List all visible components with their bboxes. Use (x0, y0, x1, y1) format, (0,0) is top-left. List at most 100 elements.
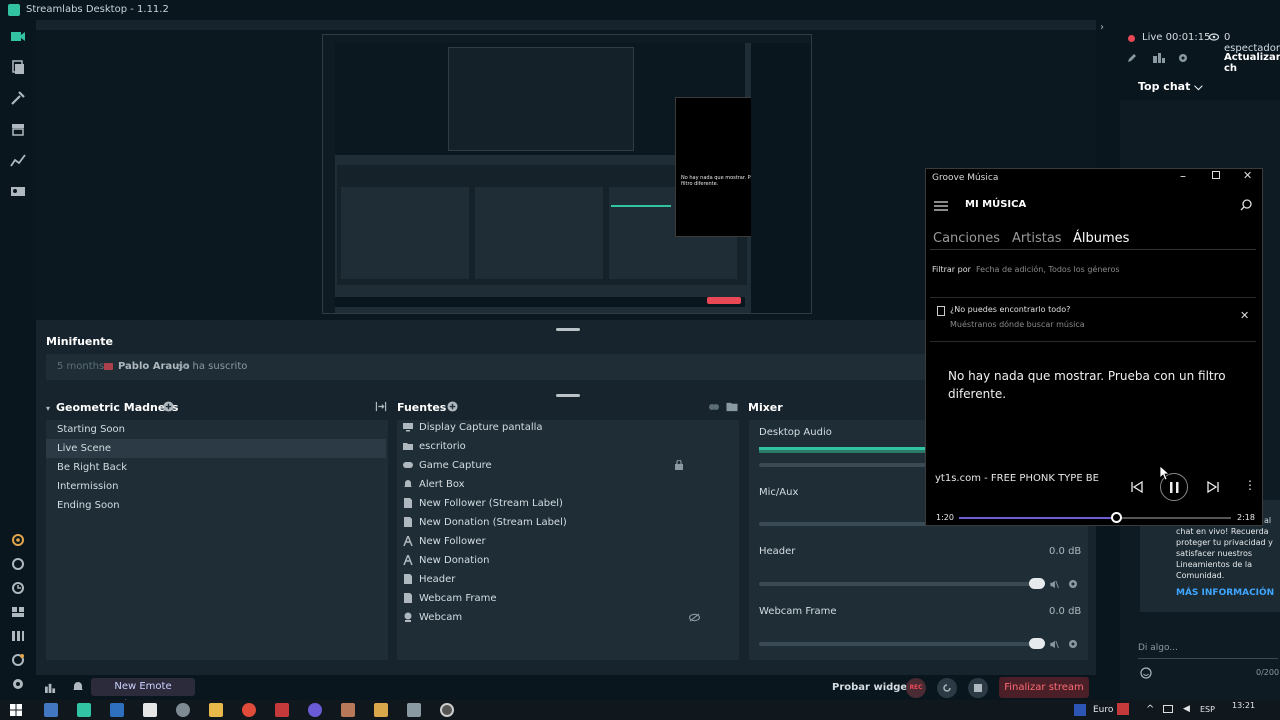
tab-albumes[interactable]: Álbumes (1073, 231, 1129, 246)
tray-expand-icon[interactable]: ^ (1146, 704, 1154, 715)
source-item[interactable]: New Donation (397, 551, 737, 570)
taskbar-obs-icon[interactable] (440, 703, 454, 717)
chat-settings-gear-icon[interactable] (1178, 53, 1188, 63)
notification-pill[interactable]: New Emote Giveaway! (91, 678, 195, 710)
taskbar-app-icon[interactable] (143, 703, 157, 717)
progress-track[interactable] (959, 512, 1231, 523)
record-settings-icon[interactable] (10, 580, 26, 596)
tab-canciones[interactable]: Canciones (933, 231, 1000, 246)
progress-thumb[interactable] (1110, 512, 1122, 523)
columns-icon[interactable] (10, 628, 26, 644)
windows-start-icon[interactable] (10, 704, 22, 716)
volume-icon[interactable]: ◀ (1183, 704, 1190, 714)
currency-label[interactable]: Euro (1093, 705, 1113, 715)
scene-item[interactable]: Be Right Back (46, 458, 388, 477)
audio-settings-gear-icon[interactable] (1068, 579, 1078, 589)
scene-collection-title[interactable]: Geometric Madness (56, 401, 178, 414)
source-item[interactable]: Display Capture pantalla (397, 418, 737, 437)
volume-slider[interactable] (759, 642, 1039, 646)
taskbar-app-icon[interactable] (110, 703, 124, 717)
next-track-icon[interactable] (1206, 480, 1220, 494)
preview-resize-handle[interactable] (556, 328, 580, 331)
scene-item[interactable]: Starting Soon (46, 420, 388, 439)
volume-slider[interactable] (759, 463, 929, 467)
more-options-icon[interactable]: ⋮ (1244, 478, 1256, 492)
scene-item-selected[interactable]: Live Scene (46, 439, 386, 458)
source-item[interactable]: Game Capture (397, 456, 737, 475)
previous-track-icon[interactable] (1130, 480, 1144, 494)
dashboard-icon[interactable] (1153, 53, 1165, 63)
notifications-icon[interactable] (72, 681, 84, 693)
collapse-chevron-icon[interactable]: ▾ (46, 404, 50, 413)
save-replay-button[interactable] (968, 678, 988, 698)
lock-icon[interactable] (675, 460, 683, 470)
scene-transitions-icon[interactable] (375, 401, 387, 412)
record-button[interactable]: REC (906, 678, 926, 698)
top-chat-selector[interactable]: Top chat ⌵ (1138, 80, 1203, 94)
events-resize-handle[interactable] (556, 394, 580, 397)
analytics-icon[interactable] (10, 152, 26, 168)
source-item[interactable]: Webcam (397, 608, 737, 627)
source-item[interactable]: Header (397, 570, 737, 589)
taskbar-app-icon[interactable] (407, 703, 421, 717)
chat-input[interactable]: Di algo... (1138, 643, 1178, 653)
scene-item[interactable]: Ending Soon (46, 496, 388, 515)
edit-stream-info-icon[interactable] (1127, 53, 1137, 63)
taskbar-folder-icon[interactable] (209, 703, 223, 717)
filter-value[interactable]: Fecha de adición, Todos los géneros (976, 265, 1120, 274)
taskbar-app-icon[interactable] (275, 703, 289, 717)
tools-icon[interactable] (10, 90, 26, 106)
advanced-audio-icon[interactable] (708, 402, 720, 412)
source-item[interactable]: Alert Box (397, 475, 737, 494)
language-indicator[interactable]: ESP (1200, 705, 1215, 714)
clock-time[interactable]: 13:21 (1232, 701, 1255, 710)
scene-item[interactable]: Intermission (46, 477, 388, 496)
store-icon[interactable] (10, 121, 26, 137)
source-item[interactable]: New Donation (Stream Label) (397, 513, 737, 532)
now-playing-title[interactable]: yt1s.com - FREE PHONK TYPE BE (935, 473, 1099, 484)
taskbar-app-icon[interactable] (374, 703, 388, 717)
tray-app-icon[interactable] (1117, 703, 1129, 715)
tip-subtitle[interactable]: Muéstranos dónde buscar música (950, 320, 1085, 329)
studio-mode-icon[interactable] (10, 556, 26, 572)
volume-slider-handle[interactable] (1029, 578, 1045, 589)
hamburger-menu-icon[interactable] (934, 201, 948, 211)
dismiss-tip-icon[interactable]: ✕ (1240, 309, 1249, 322)
taskbar-app-icon[interactable] (341, 703, 355, 717)
tab-artistas[interactable]: Artistas (1012, 231, 1062, 246)
minimize-icon[interactable]: – (1180, 169, 1186, 183)
widget-icon[interactable] (10, 532, 26, 548)
settings-gear-icon[interactable] (10, 676, 26, 692)
volume-slider[interactable] (759, 582, 1039, 586)
themes-icon[interactable] (10, 59, 26, 75)
volume-slider-handle[interactable] (1029, 638, 1045, 649)
taskbar-streamlabs-icon[interactable] (77, 703, 91, 717)
more-info-link[interactable]: MÁS INFORMACIÓN (1176, 588, 1274, 598)
source-item[interactable]: New Follower (397, 532, 737, 551)
editor-icon[interactable] (10, 28, 26, 44)
taskbar-app-icon[interactable] (308, 703, 322, 717)
close-window-icon[interactable]: ✕ (1243, 169, 1252, 182)
layout-icon[interactable] (10, 604, 26, 620)
emoji-icon[interactable] (1140, 667, 1152, 679)
taskbar-app-icon[interactable] (44, 703, 58, 717)
end-stream-button[interactable]: Finalizar stream (999, 677, 1089, 698)
recent-event-row[interactable]: 5 months Pablo Araujo se ha suscrito (46, 354, 926, 380)
maximize-icon[interactable] (1212, 171, 1220, 179)
add-scene-icon[interactable] (163, 401, 174, 412)
audio-settings-gear-icon[interactable] (1068, 639, 1078, 649)
collapse-chat-chevron-icon[interactable]: › (1100, 22, 1104, 33)
taskbar-app-icon[interactable] (176, 703, 190, 717)
replay-buffer-button[interactable] (937, 678, 957, 698)
source-item[interactable]: New Follower (Stream Label) (397, 494, 737, 513)
help-icon[interactable] (10, 652, 26, 668)
source-item[interactable]: escritorio (397, 437, 737, 456)
refresh-chat-label[interactable]: Actualizar ch (1224, 52, 1280, 74)
search-icon[interactable] (1240, 199, 1252, 211)
mute-icon[interactable] (1049, 640, 1059, 649)
performance-icon[interactable] (45, 682, 56, 693)
mute-icon[interactable] (1049, 580, 1059, 589)
add-source-icon[interactable] (447, 401, 458, 412)
taskbar-chrome-icon[interactable] (242, 703, 256, 717)
add-audio-folder-icon[interactable] (726, 401, 738, 412)
